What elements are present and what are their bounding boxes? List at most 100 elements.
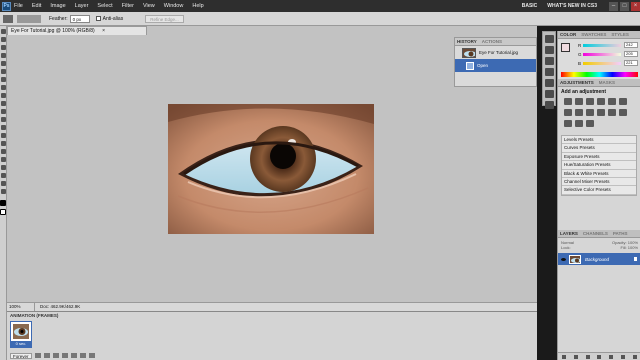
- play-icon[interactable]: [52, 353, 59, 358]
- photoshop-logo[interactable]: Ps: [2, 1, 11, 11]
- channel-mixer-icon[interactable]: [597, 109, 605, 116]
- eyedropper-tool-icon[interactable]: [0, 69, 6, 74]
- character-panel-icon[interactable]: [544, 79, 554, 87]
- menu-window[interactable]: Window: [164, 3, 184, 9]
- path-select-tool-icon[interactable]: [0, 157, 6, 162]
- foreground-color-swatch[interactable]: [0, 200, 6, 206]
- tab-swatches[interactable]: SWATCHES: [581, 32, 606, 37]
- add-mask-icon[interactable]: [585, 354, 590, 359]
- dodge-tool-icon[interactable]: [0, 133, 6, 138]
- delete-layer-icon[interactable]: [632, 354, 637, 359]
- fill-field[interactable]: Fill: 100%: [620, 245, 638, 250]
- eraser-tool-icon[interactable]: [0, 109, 6, 114]
- brush-tool-icon[interactable]: [0, 85, 6, 90]
- tab-paths[interactable]: PATHS: [613, 231, 628, 236]
- stamp-tool-icon[interactable]: [0, 93, 6, 98]
- selective-color-icon[interactable]: [586, 120, 594, 127]
- delete-frame-icon[interactable]: [88, 353, 95, 358]
- history-step[interactable]: Open: [455, 59, 536, 72]
- preset-levels[interactable]: Levels Presets: [562, 136, 636, 145]
- menu-image[interactable]: Image: [50, 3, 65, 9]
- preset-hue-saturation[interactable]: Hue/Saturation Presets: [562, 161, 636, 170]
- tween-icon[interactable]: [70, 353, 77, 358]
- healing-tool-icon[interactable]: [0, 77, 6, 82]
- previous-frame-icon[interactable]: [43, 353, 50, 358]
- threshold-icon[interactable]: [564, 120, 572, 127]
- zoom-level[interactable]: 100%: [7, 303, 35, 311]
- navigator-panel-icon[interactable]: [544, 57, 554, 65]
- minimize-icon[interactable]: –: [609, 1, 618, 11]
- menu-help[interactable]: Help: [192, 3, 203, 9]
- menu-edit[interactable]: Edit: [32, 3, 41, 9]
- close-icon[interactable]: ×: [631, 1, 640, 11]
- tab-color[interactable]: COLOR: [560, 32, 576, 37]
- layer-row-background[interactable]: Background: [558, 253, 640, 265]
- workspace-whats-new-button[interactable]: WHAT'S NEW IN CS3: [547, 3, 597, 9]
- marquee-tool-icon[interactable]: [0, 37, 6, 42]
- loop-select[interactable]: Forever: [10, 352, 32, 359]
- preset-selective-color[interactable]: Selective Color Presets: [562, 186, 636, 195]
- vibrance-icon[interactable]: [608, 98, 616, 105]
- photo-filter-icon[interactable]: [586, 109, 594, 116]
- document-image[interactable]: [168, 104, 374, 234]
- preset-black-white[interactable]: Black & White Presets: [562, 170, 636, 178]
- curves-icon[interactable]: [586, 98, 594, 105]
- move-tool-icon[interactable]: [0, 29, 6, 34]
- refine-edge-button[interactable]: Refine Edge...: [145, 14, 184, 23]
- red-slider[interactable]: [583, 43, 621, 47]
- new-layer-icon[interactable]: [621, 354, 626, 359]
- animation-frame[interactable]: 0 sec.: [10, 321, 32, 348]
- quick-select-tool-icon[interactable]: [0, 53, 6, 58]
- paragraph-panel-icon[interactable]: [544, 90, 554, 98]
- posterize-icon[interactable]: [619, 109, 627, 116]
- maximize-icon[interactable]: □: [620, 1, 629, 11]
- next-frame-icon[interactable]: [61, 353, 68, 358]
- animation-panel-title[interactable]: ANIMATION (FRAMES): [10, 313, 58, 318]
- workspace-basic-button[interactable]: BASIC: [522, 3, 538, 9]
- preset-curves[interactable]: Curves Presets: [562, 144, 636, 153]
- hand-tool-icon[interactable]: [0, 181, 6, 186]
- menu-file[interactable]: File: [14, 3, 23, 9]
- blue-value[interactable]: 221: [624, 60, 638, 66]
- tab-history[interactable]: HISTORY: [457, 39, 477, 44]
- blue-slider[interactable]: [583, 61, 621, 65]
- green-slider[interactable]: [583, 52, 621, 56]
- menu-filter[interactable]: Filter: [122, 3, 134, 9]
- pen-tool-icon[interactable]: [0, 141, 6, 146]
- first-frame-icon[interactable]: [34, 353, 41, 358]
- exposure-icon[interactable]: [597, 98, 605, 105]
- tab-actions[interactable]: ACTIONS: [482, 39, 502, 44]
- info-panel-icon[interactable]: [544, 46, 554, 54]
- invert-icon[interactable]: [608, 109, 616, 116]
- history-panel-icon[interactable]: [544, 35, 554, 43]
- crop-tool-icon[interactable]: [0, 61, 6, 66]
- eye-icon[interactable]: [561, 257, 566, 261]
- feather-input[interactable]: 0 px: [69, 14, 90, 23]
- color-spectrum[interactable]: [561, 72, 638, 77]
- tab-masks[interactable]: MASKS: [599, 80, 615, 85]
- selection-mode-icon[interactable]: [17, 14, 41, 23]
- green-value[interactable]: 205: [624, 51, 638, 57]
- preset-channel-mixer[interactable]: Channel Mixer Presets: [562, 178, 636, 187]
- 3d-tool-icon[interactable]: [0, 173, 6, 178]
- foreground-swatch[interactable]: [561, 43, 570, 52]
- menu-layer[interactable]: Layer: [75, 3, 89, 9]
- gradient-tool-icon[interactable]: [0, 117, 6, 122]
- lasso-tool-icon[interactable]: [0, 45, 6, 50]
- history-brush-tool-icon[interactable]: [0, 101, 6, 106]
- type-tool-icon[interactable]: [0, 149, 6, 154]
- hue-saturation-icon[interactable]: [619, 98, 627, 105]
- preset-exposure[interactable]: Exposure Presets: [562, 153, 636, 162]
- tab-layers[interactable]: LAYERS: [560, 231, 578, 236]
- zoom-tool-icon[interactable]: [0, 189, 6, 194]
- menu-view[interactable]: View: [143, 3, 155, 9]
- gradient-map-icon[interactable]: [575, 120, 583, 127]
- menu-select[interactable]: Select: [97, 3, 112, 9]
- marquee-tool-icon[interactable]: [3, 14, 13, 23]
- shape-tool-icon[interactable]: [0, 165, 6, 170]
- red-value[interactable]: 242: [624, 42, 638, 48]
- history-snapshot[interactable]: Eye For Tutorial.jpg: [455, 46, 536, 59]
- color-balance-icon[interactable]: [564, 109, 572, 116]
- blur-tool-icon[interactable]: [0, 125, 6, 130]
- adjustment-layer-icon[interactable]: [597, 354, 602, 359]
